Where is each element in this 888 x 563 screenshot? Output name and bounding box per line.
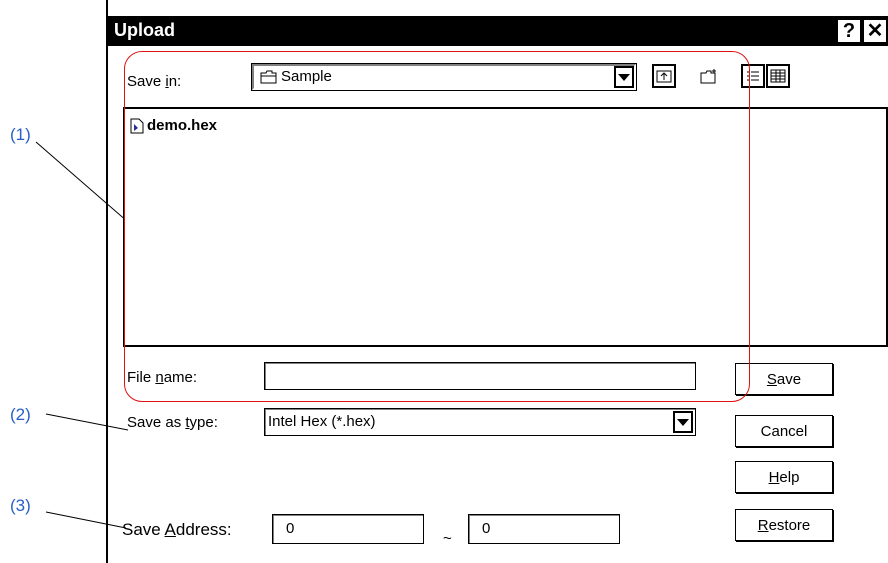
file-name-input[interactable] (264, 362, 696, 390)
save-in-dropdown-button[interactable] (614, 66, 634, 88)
save-in-label-pre: Save (127, 73, 166, 90)
save-button-mnemonic: S (766, 370, 777, 388)
save-button-label: ave (776, 370, 802, 388)
save-in-combo[interactable]: Sample (251, 63, 637, 91)
save-as-type-label: Save as type: (127, 414, 218, 431)
save-in-label: Save in: (127, 73, 181, 90)
list-view-button[interactable] (741, 64, 765, 88)
save-as-type-label-pre: Save as (127, 414, 186, 431)
start-address-value: 0 (286, 520, 295, 537)
file-name-label-pre: File (127, 369, 156, 386)
dialog-title: Upload (114, 20, 175, 40)
new-folder-icon (700, 69, 716, 84)
help-title-button[interactable]: ? (837, 19, 861, 43)
list-item[interactable]: demo.hex (130, 117, 217, 134)
save-in-value: Sample (281, 68, 332, 85)
end-address-value: 0 (482, 520, 491, 537)
list-view-icon (747, 71, 759, 81)
save-address-label-pre: Save (122, 520, 165, 539)
save-address-label: Save Address: (122, 520, 232, 540)
save-in-label-post: n: (168, 73, 182, 90)
save-as-type-value: Intel Hex (*.hex) (268, 413, 376, 430)
help-button[interactable]: Help (735, 461, 833, 493)
cancel-button[interactable]: Cancel (735, 415, 833, 447)
end-address-input[interactable]: 0 (468, 514, 620, 544)
address-range-separator: ~ (443, 530, 452, 547)
file-name-label-mnemonic: n (155, 369, 164, 386)
restore-button-label: estore (768, 516, 811, 534)
details-view-button[interactable] (766, 64, 790, 88)
up-one-level-button[interactable] (652, 64, 676, 88)
save-as-type-dropdown-button[interactable] (673, 411, 693, 433)
save-address-label-mnemonic: A (164, 520, 176, 539)
save-address-label-post: ddress: (175, 520, 232, 539)
save-as-type-label-post: ype: (189, 414, 218, 431)
title-bar (107, 16, 888, 46)
file-name-label: File name: (127, 369, 197, 386)
save-as-type-select[interactable]: Intel Hex (*.hex) (264, 408, 696, 436)
file-icon (130, 118, 144, 133)
file-name-label-post: ame: (163, 369, 198, 386)
window-border (106, 0, 108, 563)
restore-button-mnemonic: R (757, 516, 769, 534)
details-view-icon (770, 69, 786, 83)
restore-button[interactable]: Restore (735, 509, 833, 541)
close-button[interactable]: ✕ (863, 19, 887, 43)
chevron-down-icon (677, 418, 689, 426)
chevron-down-icon (618, 73, 630, 81)
file-name: demo.hex (147, 117, 218, 134)
folder-up-icon (656, 70, 672, 83)
folder-icon (260, 70, 277, 84)
help-button-mnemonic: H (768, 468, 780, 486)
help-button-label: elp (779, 468, 800, 486)
file-list[interactable]: demo.hex (123, 107, 888, 347)
start-address-input[interactable]: 0 (272, 514, 424, 544)
save-button[interactable]: Save (735, 363, 833, 395)
new-folder-button[interactable] (697, 64, 721, 88)
